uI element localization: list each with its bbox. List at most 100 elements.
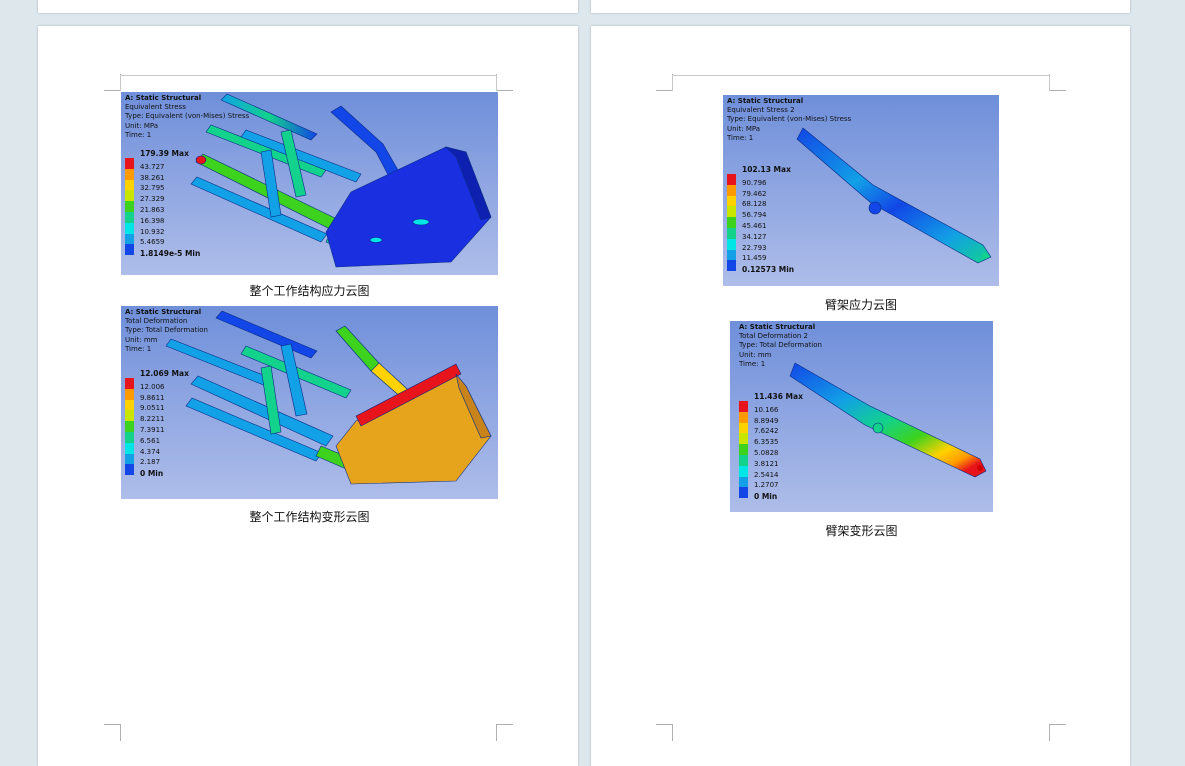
analysis-title: A: Static Structural — [125, 308, 202, 316]
legend-value-label: 2.187 — [140, 458, 161, 467]
legend-color-swatch — [125, 453, 134, 465]
info-line: Time: 1 — [125, 344, 152, 353]
header-border-left — [120, 75, 121, 91]
legend-color-swatch — [125, 201, 134, 212]
legend-color-swatch — [739, 401, 748, 412]
legend-color-swatch — [125, 421, 134, 432]
previous-page-right — [591, 0, 1130, 13]
analysis-title: A: Static Structural — [739, 323, 816, 331]
analysis-title: A: Static Structural — [727, 97, 804, 105]
legend-color-swatch — [739, 433, 748, 445]
legend-color-swatch — [125, 388, 134, 400]
legend-color-swatch — [125, 233, 134, 245]
legend-value-label: 22.793 — [742, 243, 767, 252]
legend-color-swatch — [739, 454, 748, 466]
legend-value-label: 90.796 — [742, 178, 767, 187]
info-line: Unit: MPa — [727, 124, 761, 133]
info-line: Type: Equivalent (von-Mises) Stress — [125, 112, 250, 121]
legend-color-swatch — [727, 227, 736, 239]
legend-value-label: 7.3911 — [140, 426, 165, 434]
legend-value-label: 68.128 — [742, 200, 767, 209]
legend-value-label: 16.398 — [140, 216, 165, 225]
info-line: Time: 1 — [727, 133, 754, 142]
legend-color-swatch — [125, 442, 134, 454]
legend-value-label: 5.4659 — [140, 238, 165, 247]
header-line — [672, 75, 1049, 76]
legend-value-label: 38.261 — [140, 173, 165, 182]
legend-color-swatch — [125, 399, 134, 411]
result-info-block: A: Static Structural Total Deformation 2… — [739, 323, 822, 369]
legend-color-swatch — [727, 260, 736, 272]
legend-value-label: 45.461 — [742, 222, 767, 230]
info-line: Time: 1 — [739, 359, 766, 368]
legend-color-swatch — [739, 422, 748, 434]
crop-mark-bottom-left — [104, 724, 121, 741]
legend-value-label: 56.794 — [742, 211, 767, 220]
legend-value-label: 9.0511 — [140, 404, 165, 413]
legend-color-bar — [125, 158, 134, 256]
legend-color-swatch — [125, 378, 134, 389]
legend-value-label: 6.561 — [140, 436, 161, 445]
figure-arm-stress[interactable]: A: Static Structural Equivalent Stress 2… — [723, 95, 999, 286]
info-line: Equivalent Stress 2 — [727, 106, 795, 115]
legend-value-label: 7.6242 — [754, 427, 779, 436]
figure-caption: 臂架应力云图 — [824, 298, 897, 312]
crop-mark-top-left — [656, 74, 673, 91]
crop-mark-bottom-right — [1049, 724, 1066, 741]
figure-whole-deformation[interactable]: A: Static Structural Total Deformation T… — [121, 306, 498, 499]
legend-value-label: 6.3535 — [754, 438, 779, 447]
result-info-block: A: Static Structural Equivalent Stress 2… — [727, 97, 851, 143]
legend-color-swatch — [727, 174, 736, 185]
legend-value-label: 4.374 — [140, 447, 161, 456]
figure-caption: 臂架变形云图 — [825, 524, 898, 538]
legend-color-swatch — [125, 222, 134, 234]
legend-value-label: 3.8121 — [754, 459, 779, 468]
info-line: Type: Equivalent (von-Mises) Stress — [727, 115, 852, 124]
legend-value-label: 10.932 — [140, 227, 165, 236]
result-info-block: A: Static Structural Equivalent Stress T… — [125, 94, 249, 140]
legend-value-label: 1.2707 — [754, 481, 779, 490]
header-line — [120, 75, 496, 76]
figure-caption: 整个工作结构变形云图 — [249, 510, 370, 524]
legend-color-swatch — [739, 444, 748, 455]
legend-color-bar — [739, 401, 748, 499]
legend-color-swatch — [125, 410, 134, 422]
legend-color-bar — [727, 174, 736, 272]
legend-min-label: 1.8149e-5 Min — [140, 249, 201, 259]
legend-color-swatch — [125, 179, 134, 191]
legend-value-label: 2.5414 — [754, 470, 779, 479]
analysis-title: A: Static Structural — [125, 94, 202, 102]
info-line: Unit: mm — [739, 350, 772, 359]
legend-color-bar — [125, 378, 134, 476]
figure-whole-stress[interactable]: A: Static Structural Equivalent Stress T… — [121, 92, 498, 275]
previous-page-left — [38, 0, 578, 13]
info-line: Total Deformation 2 — [739, 332, 808, 341]
legend-color-swatch — [125, 464, 134, 476]
legend-value-label: 34.127 — [742, 232, 767, 241]
legend-color-swatch — [125, 244, 134, 256]
info-line: Total Deformation — [125, 317, 188, 326]
info-line: Equivalent Stress — [125, 103, 186, 112]
legend-max-label: 102.13 Max — [742, 165, 791, 174]
legend-color-swatch — [125, 190, 134, 202]
legend-color-swatch — [125, 211, 134, 223]
result-info-block: A: Static Structural Total Deformation T… — [125, 308, 208, 354]
legend-min-label: 0.12573 Min — [742, 265, 795, 275]
legend-value-label: 79.462 — [742, 189, 767, 198]
legend-value-label: 27.329 — [140, 195, 165, 204]
crop-mark-top-right — [1049, 74, 1066, 91]
legend-value-label: 8.8949 — [754, 416, 779, 425]
legend-color-swatch — [125, 158, 134, 169]
figure-caption: 整个工作结构应力云图 — [249, 284, 370, 298]
header-border-right — [1049, 75, 1050, 91]
legend-value-label: 11.459 — [742, 254, 767, 263]
legend-color-swatch — [739, 476, 748, 488]
legend-color-swatch — [727, 184, 736, 196]
legend-color-swatch — [727, 195, 736, 207]
legend-value-label: 32.795 — [140, 184, 165, 193]
header-border-right — [496, 75, 497, 91]
legend-color-swatch — [125, 168, 134, 180]
legend-max-label: 12.069 Max — [140, 369, 189, 378]
figure-arm-deformation[interactable]: A: Static Structural Total Deformation 2… — [730, 321, 993, 512]
crop-mark-bottom-left — [656, 724, 673, 741]
